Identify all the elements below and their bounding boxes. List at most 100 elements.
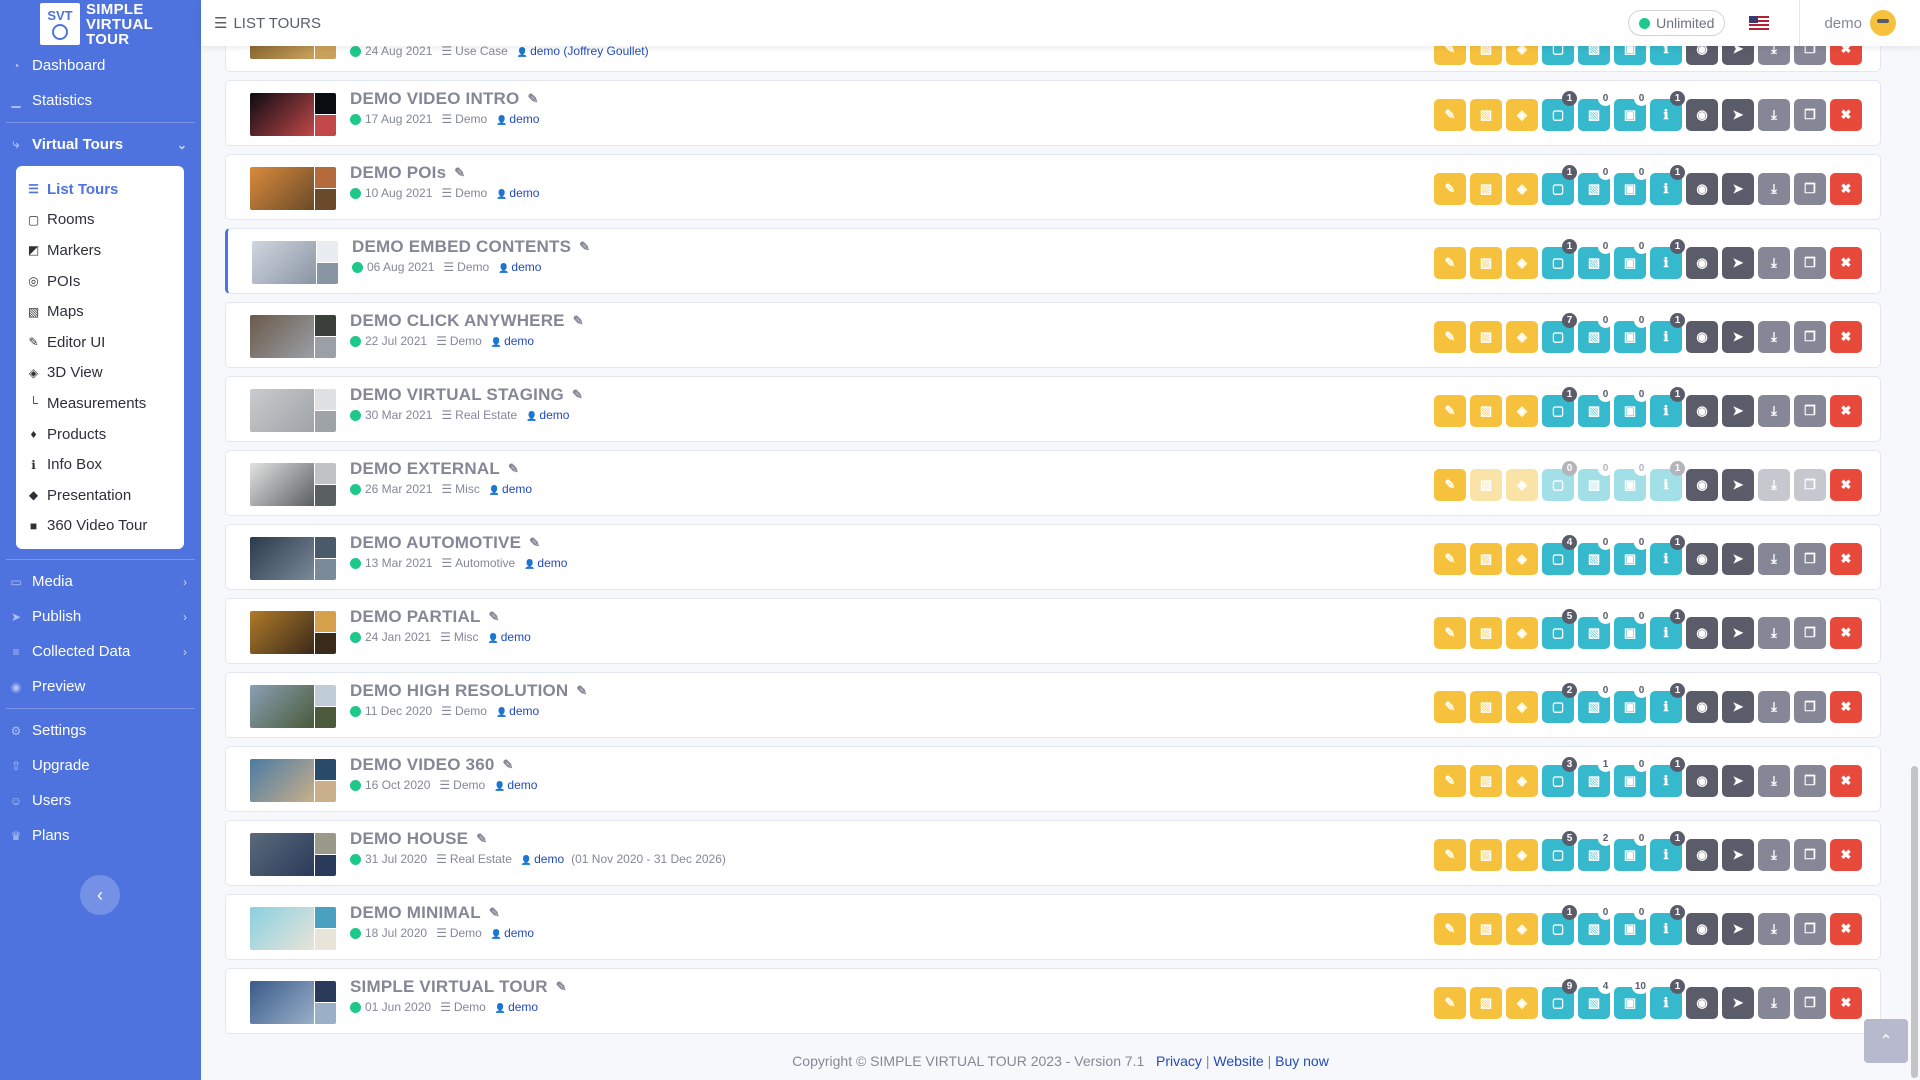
download-button[interactable]: ⤓ — [1758, 913, 1790, 945]
tour-map-button[interactable]: ▧ — [1470, 395, 1502, 427]
tour-author[interactable]: demo — [524, 556, 567, 570]
gallery-button[interactable]: ▣ 0 — [1614, 165, 1649, 205]
edit-tour-button[interactable]: ✎ — [1434, 247, 1466, 279]
delete-button[interactable]: ✖ — [1830, 99, 1862, 131]
scroll-to-top-button[interactable]: ⌃ — [1864, 1019, 1908, 1063]
info-box-button[interactable]: ℹ1 — [1650, 831, 1685, 871]
sidebar-item-preview[interactable]: ◉ Preview — [0, 669, 201, 704]
publish-button[interactable]: ➤ — [1722, 765, 1754, 797]
info-box-button[interactable]: ℹ1 — [1650, 979, 1685, 1019]
download-button[interactable]: ⤓ — [1758, 247, 1790, 279]
edit-tour-button[interactable]: ✎ — [1434, 839, 1466, 871]
preview-button[interactable]: ◉ — [1686, 839, 1718, 871]
tour-3d-button[interactable]: ◈ — [1506, 321, 1538, 353]
gallery-button[interactable]: ▣ 0 — [1614, 239, 1649, 279]
download-button[interactable]: ⤓ — [1758, 617, 1790, 649]
gallery-button[interactable]: ▣ 0 — [1614, 757, 1649, 797]
tour-name[interactable]: DEMO PARTIAL ✎ — [350, 607, 531, 627]
pencil-icon[interactable]: ✎ — [476, 831, 487, 847]
tour-row[interactable]: DEMO CLICK ANYWHERE ✎ 22 Jul 2021 ☰Demo demo… — [225, 302, 1881, 368]
gallery-button[interactable]: ▣ 0 — [1614, 831, 1649, 871]
tour-thumbnail[interactable] — [252, 241, 338, 284]
sidebar-item-virtual-tours[interactable]: ⤷ Virtual Tours ⌄ — [0, 127, 201, 162]
privacy-link[interactable]: Privacy — [1156, 1053, 1202, 1069]
maps-button[interactable]: ▧ 0 — [1578, 461, 1613, 501]
publish-button[interactable]: ➤ — [1722, 913, 1754, 945]
edit-tour-button[interactable]: ✎ — [1434, 913, 1466, 945]
rooms-button[interactable]: ▢ 3 — [1542, 757, 1577, 797]
duplicate-button[interactable]: ❐ — [1794, 99, 1826, 131]
tour-author[interactable]: demo — [489, 482, 532, 496]
edit-tour-button[interactable]: ✎ — [1434, 99, 1466, 131]
edit-tour-button[interactable]: ✎ — [1434, 543, 1466, 575]
gallery-button[interactable]: ▣ 0 — [1614, 683, 1649, 723]
sidebar-item-users[interactable]: ☺ Users — [0, 783, 201, 818]
tour-author[interactable]: demo — [526, 408, 569, 422]
gallery-button[interactable]: ▣ 0 — [1614, 91, 1649, 131]
rooms-button[interactable]: ▢ 4 — [1542, 535, 1577, 575]
sidebar-toggle-button[interactable]: ‹ — [80, 875, 120, 915]
download-button[interactable]: ⤓ — [1758, 99, 1790, 131]
maps-button[interactable]: ▧ 0 — [1578, 239, 1613, 279]
tour-author[interactable]: demo — [496, 704, 539, 718]
tour-author[interactable]: demo — [495, 1000, 538, 1014]
duplicate-button[interactable]: ❐ — [1794, 839, 1826, 871]
duplicate-button[interactable]: ❐ — [1794, 543, 1826, 575]
tour-row[interactable]: DEMO POIs✎10 Aug 2021☰Demodemo✎▧◈▢1▧0▣0ℹ… — [225, 154, 1881, 220]
tour-map-button[interactable]: ▧ — [1470, 839, 1502, 871]
maps-button[interactable]: ▧ 2 — [1578, 831, 1613, 871]
gallery-button[interactable]: ▣ 0 — [1614, 461, 1649, 501]
info-box-button[interactable]: ℹ1 — [1650, 165, 1685, 205]
gallery-button[interactable]: ▣ 0 — [1614, 387, 1649, 427]
info-box-button[interactable]: ℹ1 — [1650, 239, 1685, 279]
download-button[interactable]: ⤓ — [1758, 987, 1790, 1019]
preview-button[interactable]: ◉ — [1686, 765, 1718, 797]
sidebar-item-settings[interactable]: ⚙ Settings — [0, 713, 201, 748]
tour-thumbnail[interactable] — [250, 685, 336, 728]
tour-thumbnail[interactable] — [250, 981, 336, 1024]
submenu-item-products[interactable]: ♦ Products — [16, 419, 184, 450]
tour-author[interactable]: demo — [491, 926, 534, 940]
publish-button[interactable]: ➤ — [1722, 469, 1754, 501]
download-button[interactable]: ⤓ — [1758, 543, 1790, 575]
tour-map-button[interactable]: ▧ — [1470, 617, 1502, 649]
delete-button[interactable]: ✖ — [1830, 913, 1862, 945]
brand[interactable]: SVT SIMPLE VIRTUAL TOUR — [0, 0, 201, 48]
sidebar-item-statistics[interactable]: ▁ Statistics — [0, 83, 201, 118]
sidebar-item-media[interactable]: ▭ Media › — [0, 564, 201, 599]
tour-author[interactable]: demo — [488, 630, 531, 644]
delete-button[interactable]: ✖ — [1830, 395, 1862, 427]
preview-button[interactable]: ◉ — [1686, 321, 1718, 353]
pencil-icon[interactable]: ✎ — [489, 609, 500, 625]
website-link[interactable]: Website — [1213, 1053, 1263, 1069]
tour-name[interactable]: DEMO AUTOMOTIVE ✎ — [350, 533, 567, 553]
tour-author[interactable]: demo — [496, 186, 539, 200]
pencil-icon[interactable]: ✎ — [454, 165, 465, 181]
tour-row[interactable]: SIMPLE VIRTUAL TOUR ✎ 01 Jun 2020 ☰Demo demo… — [225, 968, 1881, 1034]
tour-map-button[interactable]: ▧ — [1470, 247, 1502, 279]
submenu-item-measurements[interactable]: └ Measurements — [16, 388, 184, 419]
tour-thumbnail[interactable] — [250, 315, 336, 358]
duplicate-button[interactable]: ❐ — [1794, 469, 1826, 501]
tour-row[interactable]: DEMO EMBED CONTENTS ✎ 06 Aug 2021 ☰Demo demo… — [225, 228, 1881, 294]
publish-button[interactable]: ➤ — [1722, 617, 1754, 649]
delete-button[interactable]: ✖ — [1830, 321, 1862, 353]
tour-map-button[interactable]: ▧ — [1470, 321, 1502, 353]
sidebar-item-dashboard[interactable]: ◔ Dashboard — [0, 48, 201, 83]
duplicate-button[interactable]: ❐ — [1794, 765, 1826, 797]
tour-thumbnail[interactable] — [250, 167, 336, 210]
tour-3d-button[interactable]: ◈ — [1506, 691, 1538, 723]
pencil-icon[interactable]: ✎ — [527, 91, 538, 107]
download-button[interactable]: ⤓ — [1758, 839, 1790, 871]
pencil-icon[interactable]: ✎ — [573, 313, 584, 329]
tour-author[interactable]: demo — [498, 260, 541, 274]
maps-button[interactable]: ▧ 0 — [1578, 387, 1613, 427]
rooms-button[interactable]: ▢ 5 — [1542, 831, 1577, 871]
download-button[interactable]: ⤓ — [1758, 321, 1790, 353]
pencil-icon[interactable]: ✎ — [508, 461, 519, 477]
tour-name[interactable]: DEMO VIDEO INTRO ✎ — [350, 89, 539, 109]
preview-button[interactable]: ◉ — [1686, 469, 1718, 501]
preview-button[interactable]: ◉ — [1686, 617, 1718, 649]
sidebar-item-publish[interactable]: ➤ Publish › — [0, 599, 201, 634]
duplicate-button[interactable]: ❐ — [1794, 395, 1826, 427]
